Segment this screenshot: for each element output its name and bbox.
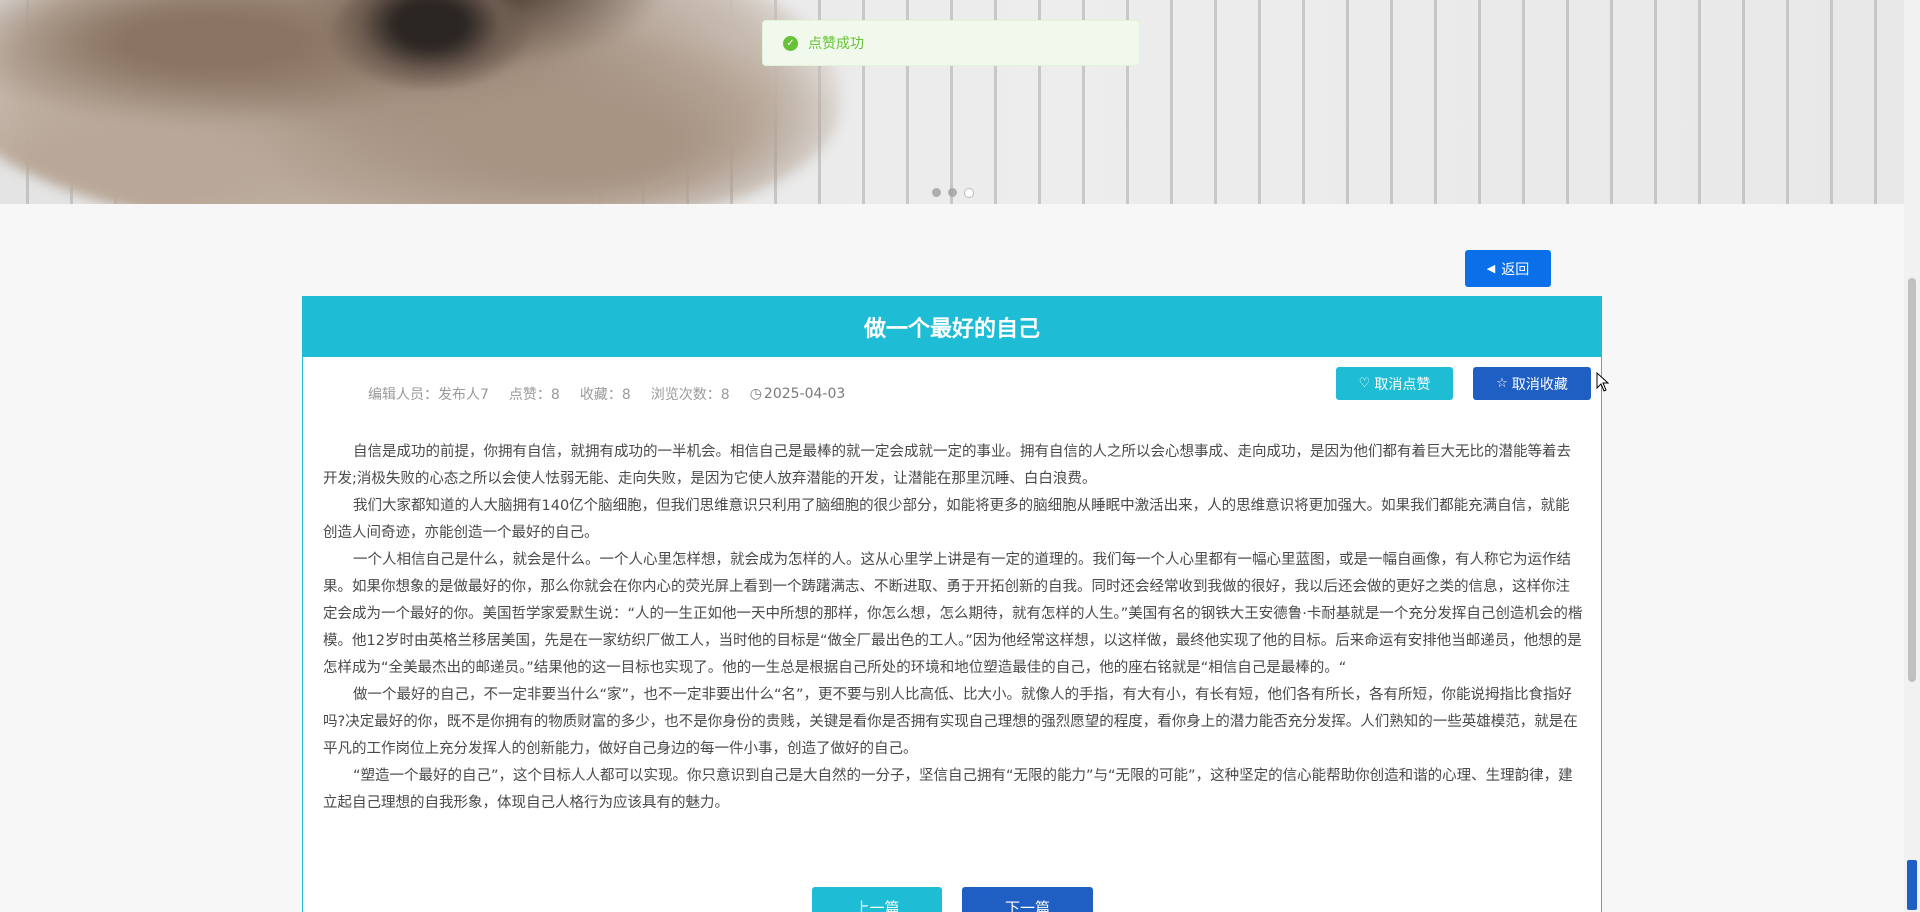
check-circle-icon: ✓ bbox=[783, 35, 798, 51]
carousel-dot-active[interactable] bbox=[964, 188, 974, 198]
heart-icon: ♡ bbox=[1358, 376, 1371, 391]
unlike-button[interactable]: ♡ 取消点赞 bbox=[1336, 367, 1453, 400]
article-paragraph: 自信是成功的前提，你拥有自信，就拥有成功的一半机会。相信自己是最棒的就一定会成就… bbox=[323, 444, 1571, 487]
carousel-dot[interactable] bbox=[932, 188, 941, 197]
back-button-label: 返回 bbox=[1501, 261, 1530, 278]
page-scrollbar[interactable] bbox=[1904, 0, 1920, 912]
article-paragraph: 我们大家都知道的人大脑拥有140亿个脑细胞，但我们思维意识只利用了脑细胞的很少部… bbox=[323, 498, 1570, 541]
meta-date: 2025-04-03 bbox=[763, 386, 846, 402]
star-icon: ☆ bbox=[1496, 376, 1508, 391]
back-button[interactable]: ◀ 返回 bbox=[1465, 250, 1551, 287]
carousel-dot[interactable] bbox=[948, 188, 957, 197]
scrollbar-thumb[interactable] bbox=[1908, 278, 1916, 682]
scroll-indicator[interactable] bbox=[1907, 860, 1917, 910]
next-article-button[interactable]: 下一篇 bbox=[962, 887, 1093, 912]
article-paragraph: “塑造一个最好的自己”，这个目标人人都可以实现。你只意识到自己是大自然的一分子，… bbox=[323, 768, 1573, 811]
article-meta: 编辑人员：发布人7 点赞：8 收藏：8 浏览次数：8 ◷ 2025-04-03 bbox=[368, 384, 845, 404]
meta-date-wrap: ◷ 2025-04-03 bbox=[750, 386, 846, 402]
mouse-cursor-icon bbox=[1596, 372, 1610, 392]
success-toast: ✓ 点赞成功 bbox=[762, 20, 1140, 66]
clock-icon: ◷ bbox=[749, 386, 762, 402]
article-card: 做一个最好的自己 编辑人员：发布人7 点赞：8 收藏：8 浏览次数：8 ◷ 202… bbox=[302, 296, 1602, 912]
meta-favorites: 收藏：8 bbox=[579, 387, 631, 403]
article-paragraph: 一个人相信自己是什么，就会是什么。一个人心里怎样想，就会成为怎样的人。这从心里学… bbox=[323, 552, 1583, 676]
caret-left-icon: ◀ bbox=[1486, 262, 1496, 275]
page: ✓ 点赞成功 ◀ 返回 做一个最好的自己 编辑人员：发布人7 点赞：8 收藏：8… bbox=[0, 0, 1920, 912]
meta-editor: 编辑人员：发布人7 bbox=[368, 387, 489, 403]
prev-article-button[interactable]: 上一篇 bbox=[812, 887, 942, 912]
unlike-label: 取消点赞 bbox=[1374, 376, 1431, 393]
article-title: 做一个最好的自己 bbox=[303, 297, 1601, 357]
carousel-indicators bbox=[932, 188, 974, 198]
toast-message: 点赞成功 bbox=[808, 36, 864, 52]
meta-likes: 点赞：8 bbox=[508, 387, 560, 403]
meta-views: 浏览次数：8 bbox=[650, 387, 730, 403]
article-paragraph: 做一个最好的自己，不一定非要当什么“家”，也不一定非要出什么“名”，更不要与别人… bbox=[323, 687, 1578, 757]
article-content: 自信是成功的前提，你拥有自信，就拥有成功的一半机会。相信自己是最棒的就一定会成就… bbox=[323, 439, 1583, 817]
unfavorite-label: 取消收藏 bbox=[1511, 376, 1568, 393]
unfavorite-button[interactable]: ☆ 取消收藏 bbox=[1473, 367, 1591, 400]
